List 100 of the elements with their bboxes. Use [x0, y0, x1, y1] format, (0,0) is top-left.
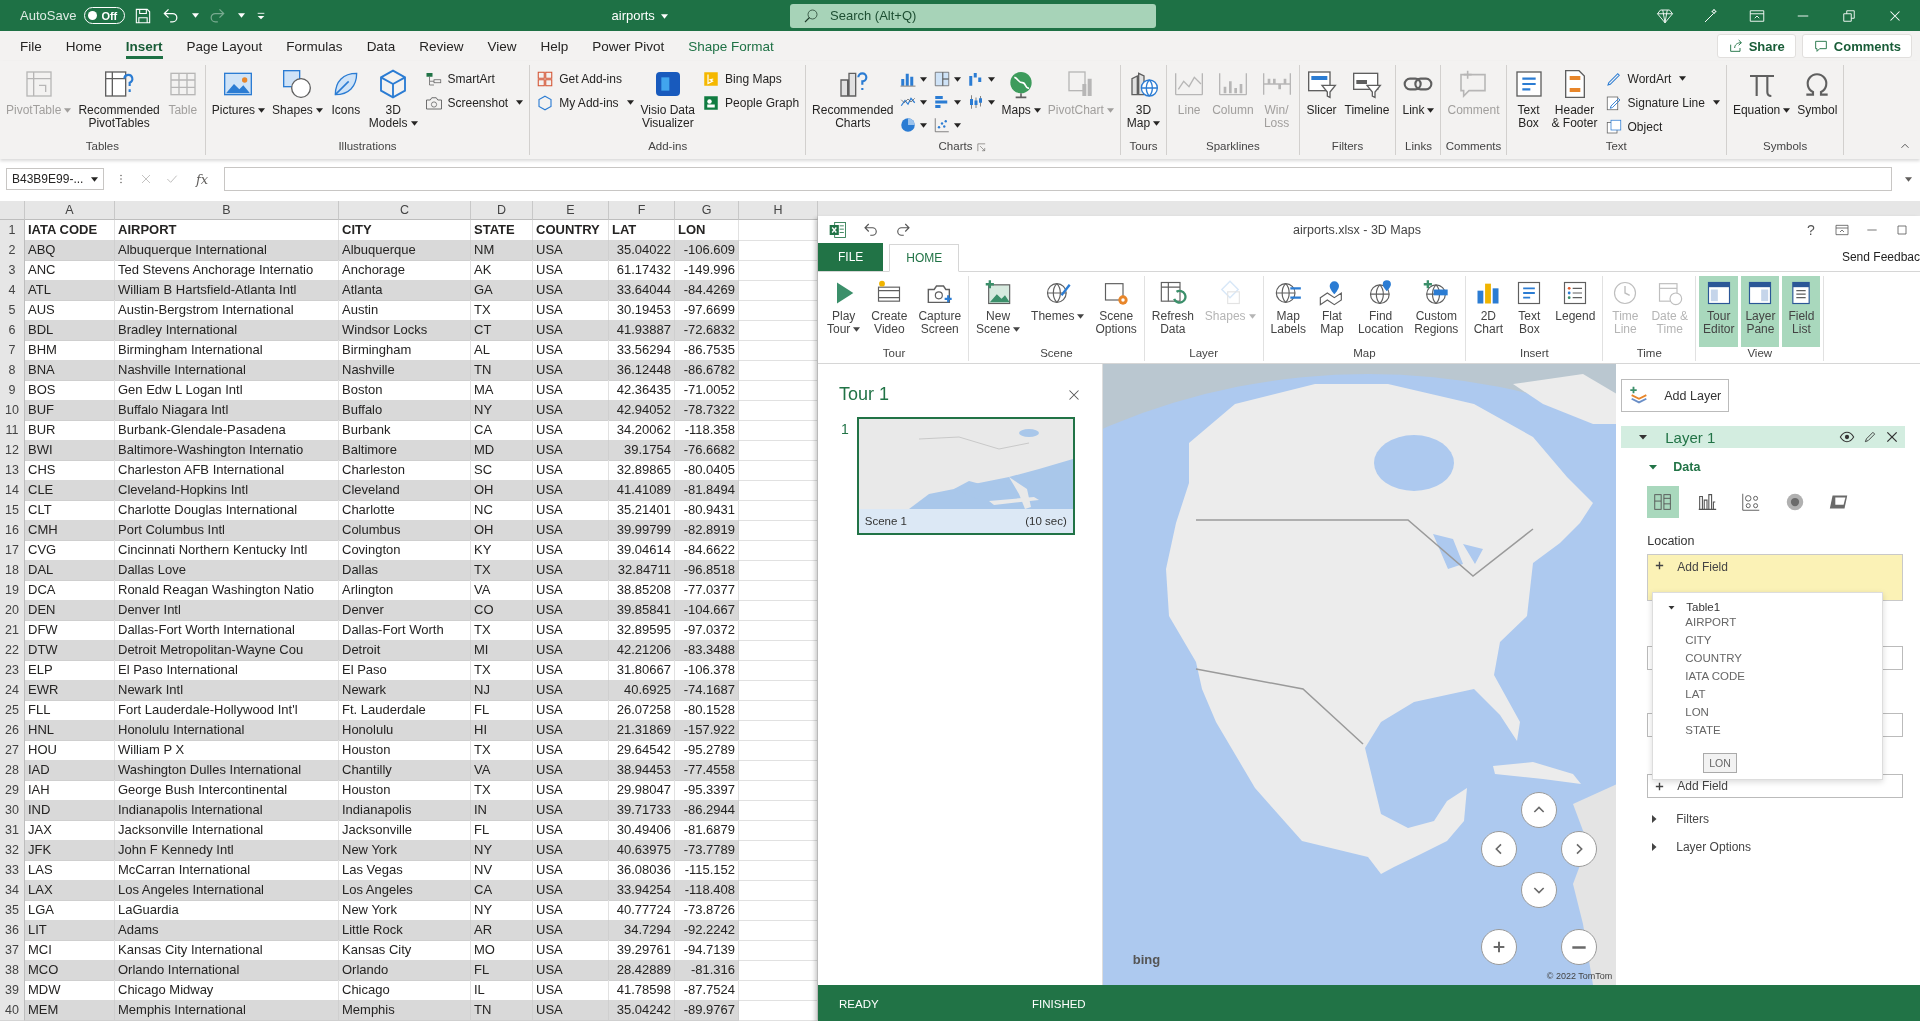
ribbon-button[interactable]: Link: [1399, 65, 1438, 139]
ribbon-button[interactable]: Symbol: [1794, 65, 1841, 139]
ribbon-button[interactable]: Field List: [1782, 276, 1821, 347]
row-number[interactable]: 31: [0, 820, 25, 841]
column-header[interactable]: B: [115, 201, 339, 220]
row-number[interactable]: 18: [0, 560, 25, 581]
scene-card[interactable]: Scene 1 (10 sec): [856, 417, 1075, 535]
row-number[interactable]: 10: [0, 400, 25, 421]
ribbon-button[interactable]: Shapes: [269, 65, 326, 139]
ribbon-button[interactable]: Screenshot: [421, 92, 527, 113]
row-number[interactable]: 17: [0, 540, 25, 561]
table-node[interactable]: Table1: [1653, 601, 1883, 613]
row-number[interactable]: 11: [0, 420, 25, 441]
ribbon-button[interactable]: 3D Map: [1123, 65, 1164, 139]
menu-tab[interactable]: Review: [407, 33, 476, 59]
column-header[interactable]: E: [533, 201, 609, 220]
row-number[interactable]: 14: [0, 480, 25, 501]
column-header[interactable]: G: [675, 201, 739, 220]
row-number[interactable]: 3: [0, 260, 25, 281]
row-number[interactable]: 9: [0, 380, 25, 401]
menu-tab[interactable]: Formulas: [274, 33, 355, 59]
ribbon-button[interactable]: Recommended Charts: [809, 65, 897, 139]
ribbon-button[interactable]: Bing Maps: [699, 68, 803, 89]
feedback-link[interactable]: Send Feedbac: [1841, 250, 1920, 264]
row-number[interactable]: 13: [0, 460, 25, 481]
search-field[interactable]: Search (Alt+Q): [790, 3, 1156, 28]
section-toggle[interactable]: Filters: [1648, 812, 1709, 826]
column-header[interactable]: C: [339, 201, 471, 220]
ribbon-button[interactable]: Themes: [1027, 276, 1089, 347]
ribbon-button[interactable]: Pictures: [208, 65, 269, 139]
ribbon-button[interactable]: WordArt: [1601, 68, 1723, 89]
ribbon-button[interactable]: Icons: [326, 65, 365, 139]
row-number[interactable]: 38: [0, 960, 25, 981]
row-number[interactable]: 40: [0, 1000, 25, 1021]
ribbon-button[interactable]: Header & Footer: [1548, 65, 1601, 139]
field-item[interactable]: IATA CODE: [1653, 667, 1883, 685]
ribbon-button[interactable]: Create Video: [867, 276, 912, 347]
menu-tab[interactable]: Power Pivot: [580, 33, 677, 59]
share-button[interactable]: Share: [1716, 34, 1796, 58]
row-number[interactable]: 34: [0, 880, 25, 901]
menu-tab[interactable]: Home: [53, 33, 114, 59]
help-button[interactable]: ?: [1802, 221, 1820, 238]
column-header[interactable]: A: [25, 201, 115, 220]
ribbon-button[interactable]: SmartArt: [421, 68, 527, 89]
row-number[interactable]: 36: [0, 920, 25, 941]
ribbon-button[interactable]: Capture Screen: [914, 276, 966, 347]
row-number[interactable]: 33: [0, 860, 25, 881]
ribbon-button[interactable]: Text Box: [1509, 65, 1548, 139]
field-item[interactable]: STATE: [1653, 721, 1883, 739]
row-number[interactable]: 22: [0, 640, 25, 661]
menu-tab[interactable]: View: [475, 33, 529, 59]
ribbon-button[interactable]: People Graph: [699, 92, 803, 113]
ribbon-button[interactable]: Scene Options: [1091, 276, 1141, 347]
layer-header[interactable]: Layer 1: [1621, 426, 1906, 448]
name-box[interactable]: B43B9E99-...: [6, 168, 104, 190]
menu-tab[interactable]: File: [8, 33, 54, 59]
section-toggle[interactable]: Layer Options: [1648, 840, 1751, 854]
comments-button[interactable]: Comments: [1801, 34, 1912, 58]
ribbon-button[interactable]: Flat Map: [1312, 276, 1351, 347]
ribbon-button[interactable]: New Scene: [972, 276, 1025, 347]
row-number[interactable]: 28: [0, 760, 25, 781]
row-number[interactable]: 23: [0, 660, 25, 681]
row-number[interactable]: 1: [0, 220, 25, 241]
row-number[interactable]: 21: [0, 620, 25, 641]
row-number[interactable]: 6: [0, 320, 25, 341]
field-item[interactable]: CITY: [1653, 631, 1883, 649]
column-header[interactable]: D: [471, 201, 533, 220]
row-number[interactable]: 12: [0, 440, 25, 461]
ribbon-button[interactable]: Layer Pane: [1741, 276, 1780, 347]
field-item[interactable]: LON: [1653, 703, 1883, 721]
ribbon-button[interactable]: Map Labels: [1266, 276, 1310, 347]
menu-tab[interactable]: Help: [528, 33, 581, 59]
ribbon-button[interactable]: Find Location: [1353, 276, 1408, 347]
insert-function-button[interactable]: fx: [190, 171, 214, 187]
column-header[interactable]: H: [739, 201, 818, 220]
menu-tab[interactable]: Page Layout: [174, 33, 275, 59]
ribbon-button[interactable]: Recommended PivotTables: [75, 65, 163, 139]
row-number[interactable]: 37: [0, 940, 25, 961]
ribbon-button[interactable]: Timeline: [1341, 65, 1393, 139]
ribbon-button[interactable]: Object: [1601, 116, 1723, 137]
ribbon-button[interactable]: Custom Regions: [1410, 276, 1463, 347]
row-number[interactable]: 7: [0, 340, 25, 361]
ribbon-button[interactable]: 2D Chart: [1469, 276, 1508, 347]
row-number[interactable]: 20: [0, 600, 25, 621]
ribbon-button[interactable]: Visio Data Visualizer: [637, 65, 699, 139]
menu-tab[interactable]: Data: [354, 33, 408, 59]
row-number[interactable]: 35: [0, 900, 25, 921]
row-number[interactable]: 4: [0, 280, 25, 301]
document-title[interactable]: airports: [490, 8, 790, 23]
ribbon-button[interactable]: Refresh Data: [1147, 276, 1198, 347]
row-number[interactable]: 2: [0, 240, 25, 261]
ribbon-tab[interactable]: HOME: [889, 244, 960, 272]
row-number[interactable]: 26: [0, 720, 25, 741]
row-number[interactable]: 8: [0, 360, 25, 381]
field-item[interactable]: AIRPORT: [1653, 613, 1883, 631]
row-number[interactable]: 32: [0, 840, 25, 861]
row-number[interactable]: 27: [0, 740, 25, 761]
row-number[interactable]: 24: [0, 680, 25, 701]
ribbon-button[interactable]: Tour Editor: [1699, 276, 1739, 347]
ribbon-button[interactable]: Equation: [1729, 65, 1794, 139]
